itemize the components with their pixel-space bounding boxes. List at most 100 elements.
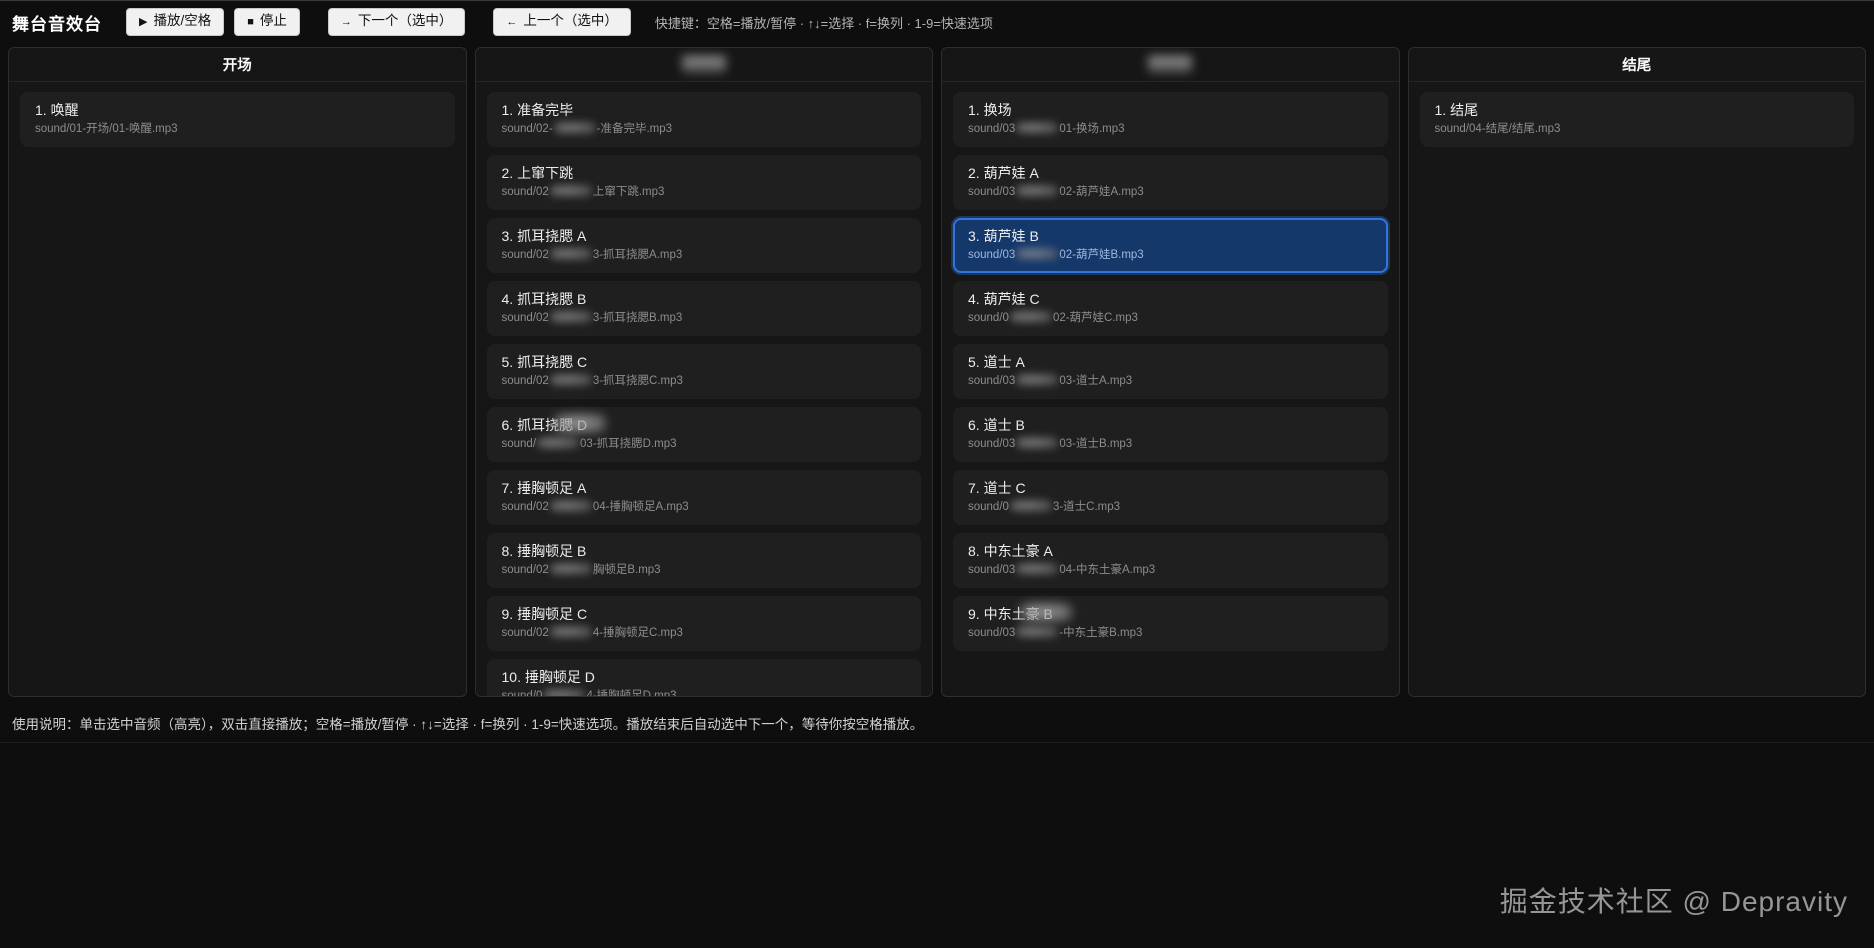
redaction-blur [550, 374, 592, 386]
sound-item-number: 8. [502, 543, 518, 559]
sound-item-path: sound/0302-葫芦娃B.mp3 [968, 247, 1373, 263]
sound-item[interactable]: 5. 道士 A sound/0303-道士A.mp3 [953, 344, 1388, 399]
sound-item[interactable]: 9. 捶胸顿足 C sound/024-捶胸顿足C.mp3 [487, 596, 922, 651]
redaction-blur [550, 311, 592, 323]
sound-item-name: 准备完毕 [517, 102, 573, 118]
sound-item[interactable]: 1. 换场 sound/0301-换场.mp3 [953, 92, 1388, 147]
column-item-list: 1. 结尾 sound/04-结尾/结尾.mp3 [1409, 82, 1866, 157]
prev-button-label: 上一个（选中） [523, 13, 618, 28]
sound-board: 开场 1. 唤醒 sound/01-开场/01-唤醒.mp3 1. 准备完毕 s… [0, 43, 1874, 697]
redaction-blur [1016, 437, 1058, 449]
sound-item-number: 9. [502, 606, 518, 622]
sound-item-title: 7. 捶胸顿足 A [502, 479, 907, 498]
sound-item[interactable]: 1. 准备完毕 sound/02--准备完毕.mp3 [487, 92, 922, 147]
sound-item-name: 道士 B [984, 417, 1025, 433]
sound-item-name: 抓耳挠腮 B [517, 291, 586, 307]
sound-item[interactable]: 5. 抓耳挠腮 C sound/023-抓耳挠腮C.mp3 [487, 344, 922, 399]
sound-item-name: 捶胸顿足 D [525, 669, 595, 685]
sound-item-title: 4. 葫芦娃 C [968, 290, 1373, 309]
sound-item[interactable]: 1. 结尾 sound/04-结尾/结尾.mp3 [1420, 92, 1855, 147]
sound-item-number: 9. [968, 606, 984, 622]
column-title: 开场 [223, 54, 252, 75]
sound-item-name: 中东土豪 B [984, 606, 1053, 622]
sound-item-name: 抓耳挠腮 C [517, 354, 587, 370]
sound-item-title: 8. 中东土豪 A [968, 542, 1373, 561]
sound-item-path: sound/03-道士C.mp3 [968, 499, 1373, 515]
sound-item[interactable]: 7. 道士 C sound/03-道士C.mp3 [953, 470, 1388, 525]
sound-item-title: 10. 捶胸顿足 D [502, 668, 907, 687]
sound-item-number: 1. [35, 102, 51, 118]
arrow-right-icon: → [341, 16, 352, 28]
sound-item-number: 1. [1435, 102, 1451, 118]
sound-item-title: 1. 换场 [968, 101, 1373, 120]
prev-button[interactable]: ← 上一个（选中） [493, 8, 631, 35]
sound-item[interactable]: 6. 道士 B sound/0303-道士B.mp3 [953, 407, 1388, 462]
redaction-blur [537, 437, 579, 449]
redaction-blur [554, 122, 596, 134]
sound-item-path: sound/0303-道士A.mp3 [968, 373, 1373, 389]
sound-item-name: 换场 [984, 102, 1012, 118]
sound-item-number: 7. [502, 480, 518, 496]
sound-item-name: 葫芦娃 A [984, 165, 1039, 181]
sound-item-title: 2. 葫芦娃 A [968, 164, 1373, 183]
redaction-blur [1016, 374, 1058, 386]
sound-item-title: 5. 道士 A [968, 353, 1373, 372]
sound-column: 1. 换场 sound/0301-换场.mp3 2. 葫芦娃 A sound/0… [941, 47, 1400, 697]
sound-item-path: sound/002-葫芦娃C.mp3 [968, 310, 1373, 326]
redaction-blur [1016, 185, 1058, 197]
sound-item[interactable]: 4. 抓耳挠腮 B sound/023-抓耳挠腮B.mp3 [487, 281, 922, 336]
sound-item-number: 5. [502, 354, 518, 370]
redaction-blur [550, 248, 592, 260]
sound-item-path: sound/02胸顿足B.mp3 [502, 562, 907, 578]
sound-item-number: 7. [968, 480, 984, 496]
sound-item-number: 3. [968, 228, 984, 244]
sound-item-path: sound/0302-葫芦娃A.mp3 [968, 184, 1373, 200]
redaction-blur [550, 626, 592, 638]
sound-item[interactable]: 7. 捶胸顿足 A sound/0204-捶胸顿足A.mp3 [487, 470, 922, 525]
next-button[interactable]: →下一个（选中） [328, 8, 466, 35]
sound-item[interactable]: 3. 抓耳挠腮 A sound/023-抓耳挠腮A.mp3 [487, 218, 922, 273]
redaction-blur [1148, 56, 1192, 73]
sound-item-title: 5. 抓耳挠腮 C [502, 353, 907, 372]
sound-item[interactable]: 9. 中东土豪 B sound/03-中东土豪B.mp3 [953, 596, 1388, 651]
sound-item[interactable]: 8. 捶胸顿足 B sound/02胸顿足B.mp3 [487, 533, 922, 588]
sound-column: 开场 1. 唤醒 sound/01-开场/01-唤醒.mp3 [8, 47, 467, 697]
arrow-left-icon: ← [506, 16, 517, 28]
play-button[interactable]: ▶播放/空格 [126, 8, 224, 35]
sound-item-path: sound/0303-道士B.mp3 [968, 436, 1373, 452]
sound-item-number: 1. [968, 102, 984, 118]
sound-item-name: 道士 A [984, 354, 1025, 370]
app-title: 舞台音效台 [12, 10, 102, 35]
sound-item-number: 2. [502, 165, 518, 181]
sound-item-title: 6. 道士 B [968, 416, 1373, 435]
sound-item[interactable]: 10. 捶胸顿足 D sound/04-捶胸顿足D.mp3 [487, 659, 922, 696]
redaction-blur [1010, 500, 1052, 512]
play-icon: ▶ [139, 16, 147, 28]
sound-item-title: 1. 准备完毕 [502, 101, 907, 120]
sound-item-name: 中东土豪 A [984, 543, 1053, 559]
sound-item[interactable]: 1. 唤醒 sound/01-开场/01-唤醒.mp3 [20, 92, 455, 147]
sound-item[interactable]: 2. 上窜下跳 sound/02上窜下跳.mp3 [487, 155, 922, 210]
sound-item-path: sound/04-捶胸顿足D.mp3 [502, 688, 907, 696]
sound-item-title: 1. 结尾 [1435, 101, 1840, 120]
column-header: 开场 [9, 48, 466, 82]
sound-item[interactable]: 4. 葫芦娃 C sound/002-葫芦娃C.mp3 [953, 281, 1388, 336]
sound-item-path: sound/0204-捶胸顿足A.mp3 [502, 499, 907, 515]
column-item-list: 1. 准备完毕 sound/02--准备完毕.mp3 2. 上窜下跳 sound… [476, 82, 933, 696]
column-header [476, 48, 933, 82]
column-item-list: 1. 换场 sound/0301-换场.mp3 2. 葫芦娃 A sound/0… [942, 82, 1399, 661]
sound-item-name: 道士 C [984, 480, 1026, 496]
sound-item[interactable]: 2. 葫芦娃 A sound/0302-葫芦娃A.mp3 [953, 155, 1388, 210]
sound-item-title: 2. 上窜下跳 [502, 164, 907, 183]
sound-item-title: 6. 抓耳挠腮 D [502, 416, 907, 435]
sound-item-path: sound/02上窜下跳.mp3 [502, 184, 907, 200]
redaction-blur [550, 500, 592, 512]
sound-item-title: 3. 葫芦娃 B [968, 227, 1373, 246]
sound-item-path: sound/03-抓耳挠腮D.mp3 [502, 436, 907, 452]
sound-item[interactable]: 3. 葫芦娃 B sound/0302-葫芦娃B.mp3 [953, 218, 1388, 273]
sound-item[interactable]: 8. 中东土豪 A sound/0304-中东土豪A.mp3 [953, 533, 1388, 588]
sound-item[interactable]: 6. 抓耳挠腮 D sound/03-抓耳挠腮D.mp3 [487, 407, 922, 462]
sound-item-number: 2. [968, 165, 984, 181]
sound-item-path: sound/01-开场/01-唤醒.mp3 [35, 121, 440, 137]
stop-button[interactable]: ■停止 [234, 8, 300, 35]
